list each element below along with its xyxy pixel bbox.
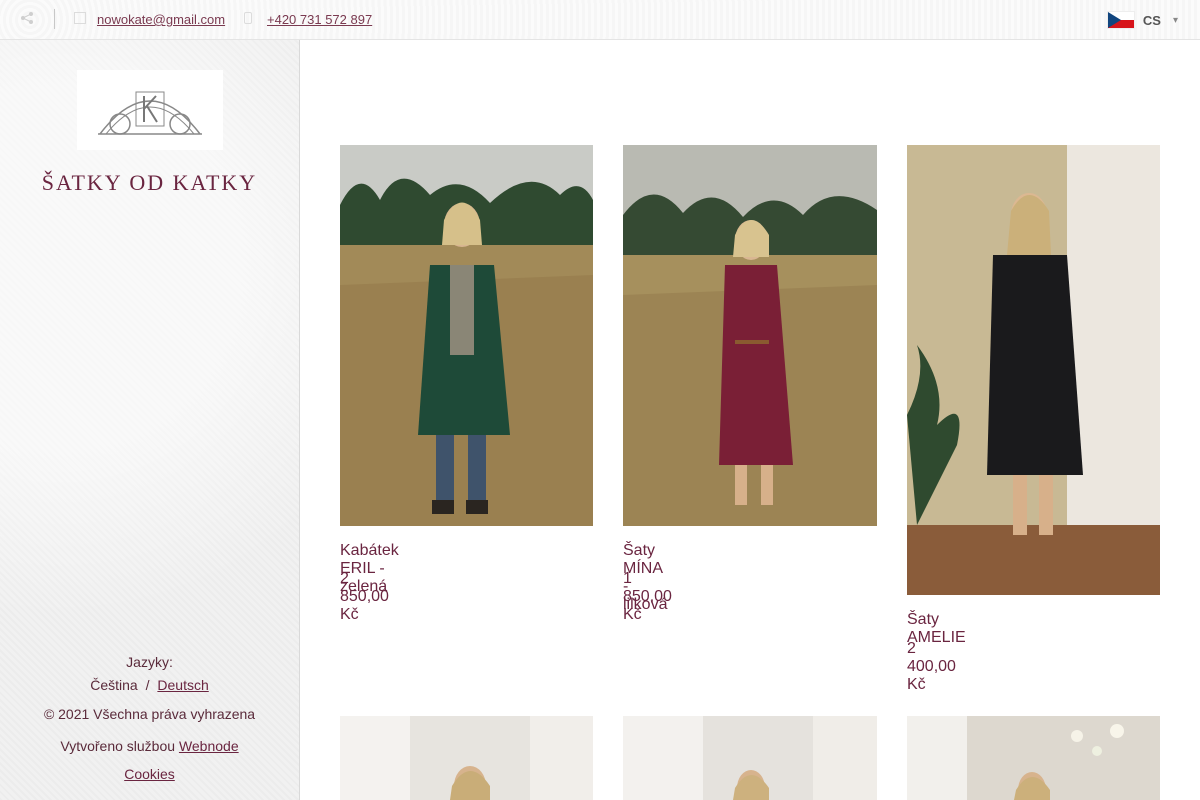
share-icon[interactable] — [20, 11, 36, 27]
languages-label: Jazyky: — [126, 654, 173, 670]
photo-woman-curtain-1 — [340, 716, 593, 800]
language-links: Čeština / Deutsch — [0, 677, 299, 693]
photo-woman-burgundy-dress — [623, 145, 877, 526]
copyright: © 2021 Všechna práva vyhrazena — [43, 706, 256, 722]
cookies-link[interactable]: Cookies — [124, 766, 175, 782]
site-title[interactable]: ŠATKY OD KATKY — [0, 170, 299, 196]
product-price: 1 850,00 Kč — [623, 570, 672, 623]
product-photo-mina[interactable] — [623, 145, 877, 526]
language-code: CS — [1142, 12, 1161, 28]
email-link[interactable]: nowokate@gmail.com — [97, 12, 225, 27]
product-photo-amelie[interactable] — [907, 145, 1160, 595]
chevron-down-icon: ▾ — [1172, 14, 1178, 26]
language-link-cestina[interactable]: Čeština — [90, 677, 137, 693]
webnode-link[interactable]: Webnode — [179, 738, 239, 754]
product-photo-row2-1[interactable] — [340, 716, 593, 800]
phone-icon — [244, 12, 252, 24]
phone-link[interactable]: +420 731 572 897 — [267, 12, 372, 27]
photo-woman-green-coat — [340, 145, 593, 526]
mail-icon — [74, 12, 86, 24]
photo-woman-curtain-2 — [623, 716, 877, 800]
logo-k-emblem — [98, 91, 202, 135]
language-separator: / — [145, 677, 150, 693]
product-photo-eril[interactable] — [340, 145, 593, 526]
language-link-deutsch[interactable]: Deutsch — [157, 677, 208, 693]
divider — [54, 9, 55, 29]
product-price: 2 400,00 Kč — [907, 640, 956, 693]
built-with-prefix: Vytvořeno službou — [60, 738, 176, 754]
cookies-link-wrap: Cookies — [0, 766, 299, 782]
product-photo-row2-2[interactable] — [623, 716, 877, 800]
top-bar: nowokate@gmail.com +420 731 572 897 CS ▾ — [0, 0, 1200, 40]
language-switcher[interactable]: CS ▾ — [1106, 11, 1178, 29]
photo-woman-black-dress — [907, 145, 1160, 595]
photo-woman-curtain-flowers — [907, 716, 1160, 800]
product-photo-row2-3[interactable] — [907, 716, 1160, 800]
czech-flag-icon — [1106, 11, 1135, 29]
product-price: 2 850,00 Kč — [340, 570, 389, 623]
site-logo[interactable] — [77, 70, 223, 150]
sidebar: ŠATKY OD KATKY Jazyky: Čeština / Deutsch… — [0, 40, 300, 800]
built-with: Vytvořeno službou Webnode — [0, 738, 299, 754]
